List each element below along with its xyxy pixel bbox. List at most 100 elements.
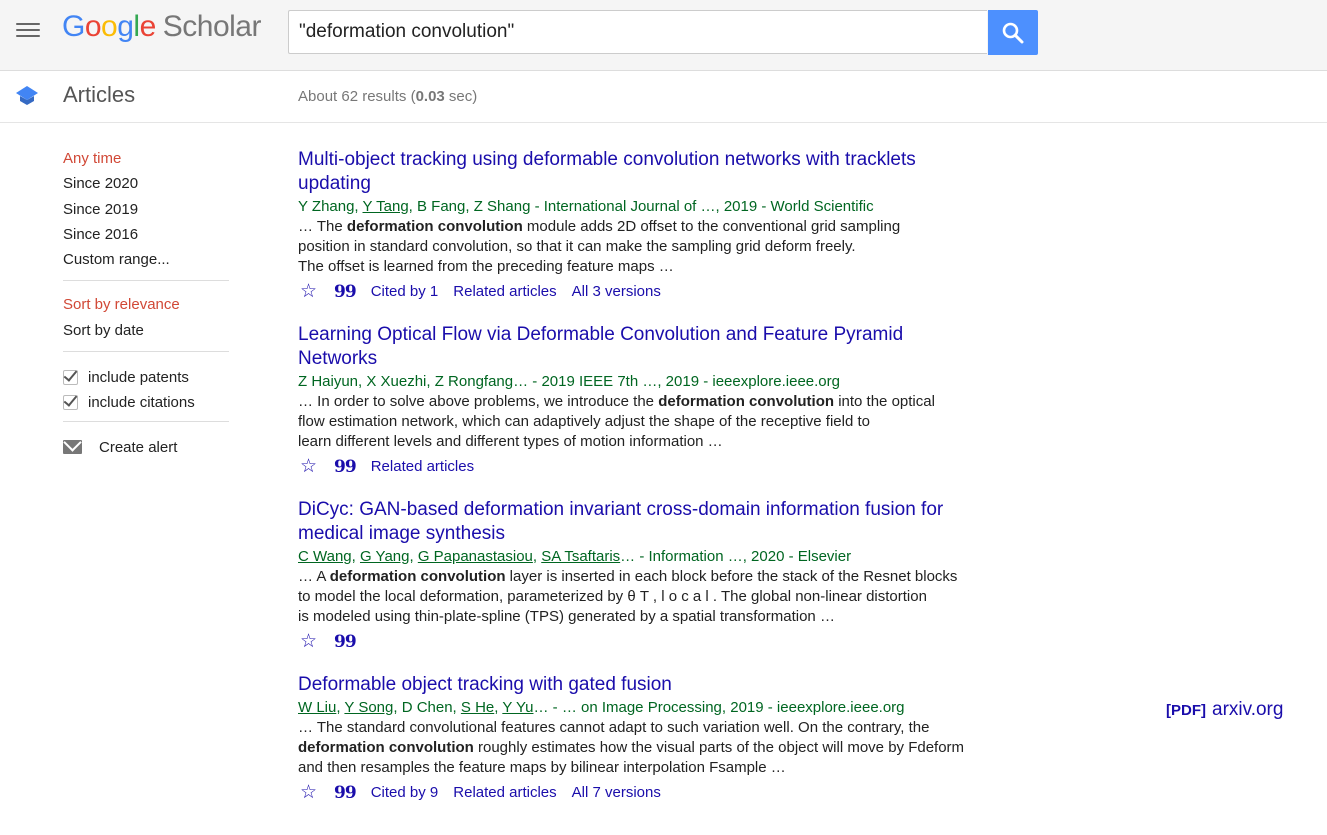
sort-by-date[interactable]: Sort by date	[63, 320, 229, 345]
cited-by-link[interactable]: Cited by 1	[371, 281, 439, 303]
result-item: DiCyc: GAN-based deformation invariant c…	[298, 498, 1028, 653]
all-versions-link[interactable]: All 3 versions	[572, 281, 661, 303]
result-item: Learning Optical Flow via Deformable Con…	[298, 323, 1028, 478]
author-link[interactable]: Y Tang	[363, 198, 409, 215]
result-item: Deformable object tracking with gated fu…	[298, 673, 1028, 804]
author-link[interactable]: G Yang	[360, 548, 409, 565]
sidebar: Any time Since 2020 Since 2019 Since 201…	[63, 148, 229, 459]
search-button[interactable]	[988, 10, 1038, 55]
meta-text: … - … on Image Processing, 2019 - ieeexp…	[533, 699, 905, 716]
create-alert-label: Create alert	[99, 438, 178, 456]
page-title: Articles	[63, 82, 136, 107]
meta-text: , B Fang, Z Shang - International Journa…	[408, 198, 874, 215]
highlighted-term: deformation convolution	[329, 568, 506, 585]
all-versions-link[interactable]: All 7 versions	[572, 782, 661, 804]
cited-by-link[interactable]: Cited by 9	[371, 782, 439, 804]
author-link[interactable]: S He	[461, 699, 494, 716]
cite-quote-icon[interactable]: 99	[334, 782, 357, 804]
meta-text: Z Haiyun, X Xuezhi, Z Rongfang… - 2019 I…	[298, 373, 840, 390]
meta-text: ,	[532, 548, 542, 565]
result-actions: ☆ 99 Cited by 9 Related articles All 7 versi…	[298, 782, 1028, 804]
filter-since-2016[interactable]: Since 2016	[63, 224, 229, 249]
filter-any-time[interactable]: Any time	[63, 148, 229, 173]
results-count: About 62 results (0.03 sec)	[298, 88, 478, 105]
snippet-text: … The	[298, 218, 347, 235]
author-link[interactable]: G Papanastasiou	[418, 548, 533, 565]
checkbox-checked-icon	[63, 370, 78, 386]
author-link[interactable]: W Liu	[298, 699, 336, 716]
result-authors-source: W Liu, Y Song, D Chen, S He, Y Yu… - … o…	[298, 697, 1028, 718]
result-actions: ☆ 99	[298, 631, 1028, 653]
checkbox-label: include patents	[88, 368, 189, 386]
create-alert-button[interactable]: Create alert	[63, 435, 229, 459]
meta-text: ,	[351, 548, 360, 565]
scholar-cap-icon	[16, 86, 38, 105]
sort-by-relevance[interactable]: Sort by relevance	[63, 294, 229, 319]
author-link[interactable]: SA Tsaftaris	[541, 548, 620, 565]
result-actions: ☆ 99 Cited by 1 Related articles All 3 versi…	[298, 281, 1028, 303]
highlighted-term: deformation convolution	[346, 218, 523, 235]
result-title-link[interactable]: Multi-object tracking using deformable c…	[298, 148, 1028, 196]
cite-quote-icon[interactable]: 99	[334, 631, 357, 653]
result-title-link[interactable]: DiCyc: GAN-based deformation invariant c…	[298, 498, 1028, 546]
envelope-icon	[63, 440, 82, 455]
include-patents-checkbox[interactable]: include patents	[63, 365, 229, 390]
meta-text: , D Chen,	[393, 699, 461, 716]
meta-text: Y Zhang,	[298, 198, 363, 215]
divider	[63, 421, 229, 423]
result-title-line: updating	[298, 173, 371, 194]
related-articles-link[interactable]: Related articles	[371, 456, 474, 478]
result-authors-source: C Wang, G Yang, G Papanastasiou, SA Tsaf…	[298, 546, 1028, 567]
save-star-icon[interactable]: ☆	[300, 282, 317, 301]
related-articles-link[interactable]: Related articles	[453, 281, 556, 303]
result-authors-source: Z Haiyun, X Xuezhi, Z Rongfang… - 2019 I…	[298, 371, 1028, 392]
result-actions: ☆ 99 Related articles	[298, 456, 1028, 478]
filter-since-2020[interactable]: Since 2020	[63, 173, 229, 198]
filter-custom-range[interactable]: Custom range...	[63, 249, 229, 274]
author-link[interactable]: Y Yu	[502, 699, 533, 716]
result-authors-source: Y Zhang, Y Tang, B Fang, Z Shang - Inter…	[298, 196, 1028, 217]
snippet-text: … In order to solve above problems, we i…	[298, 393, 659, 410]
result-title-line: Learning Optical Flow via Deformable Con…	[298, 324, 904, 345]
search-icon	[1002, 22, 1024, 44]
result-snippet: … The deformation convolution module add…	[298, 217, 1028, 277]
cite-quote-icon[interactable]: 99	[334, 456, 357, 478]
pdf-link[interactable]: [PDF] arxiv.org	[1166, 699, 1283, 721]
search-input[interactable]	[289, 11, 987, 53]
results-list: Multi-object tracking using deformable c…	[298, 148, 1028, 824]
related-articles-link[interactable]: Related articles	[453, 782, 556, 804]
result-item: Multi-object tracking using deformable c…	[298, 148, 1028, 303]
checkbox-checked-icon	[63, 395, 78, 411]
result-title-line: DiCyc: GAN-based deformation invariant c…	[298, 499, 944, 520]
result-title-line: Multi-object tracking using deformable c…	[298, 149, 916, 170]
include-citations-checkbox[interactable]: include citations	[63, 390, 229, 415]
google-scholar-logo[interactable]: Google Scholar	[62, 10, 261, 44]
divider	[63, 280, 229, 282]
save-star-icon[interactable]: ☆	[300, 457, 317, 476]
snippet-text: … The standard convolutional features ca…	[298, 719, 930, 736]
snippet-text: … A	[298, 568, 330, 585]
save-star-icon[interactable]: ☆	[300, 632, 317, 651]
search-box	[288, 10, 987, 54]
menu-icon[interactable]	[14, 19, 42, 41]
meta-text: … - Information …, 2020 - Elsevier	[620, 548, 852, 565]
author-link[interactable]: Y Song	[344, 699, 393, 716]
cite-quote-icon[interactable]: 99	[334, 281, 357, 303]
meta-text: ,	[409, 548, 418, 565]
result-title-line: medical image synthesis	[298, 523, 505, 544]
result-title-line: Networks	[298, 348, 378, 369]
checkbox-label: include citations	[88, 393, 195, 411]
result-title-link[interactable]: Deformable object tracking with gated fu…	[298, 673, 1028, 697]
result-title-link[interactable]: Learning Optical Flow via Deformable Con…	[298, 323, 1028, 371]
subheader: Articles About 62 results (0.03 sec)	[0, 71, 1327, 123]
author-link[interactable]: C Wang	[298, 548, 352, 565]
highlighted-term: deformation convolution	[658, 393, 835, 410]
save-star-icon[interactable]: ☆	[300, 783, 317, 802]
result-title-line: Deformable object tracking with gated fu…	[298, 674, 672, 695]
result-snippet: … A deformation convolution layer is ins…	[298, 567, 1028, 627]
divider	[63, 351, 229, 353]
top-header: Google Scholar	[0, 0, 1327, 71]
result-snippet: … In order to solve above problems, we i…	[298, 392, 1028, 452]
result-snippet: … The standard convolutional features ca…	[298, 718, 1028, 778]
filter-since-2019[interactable]: Since 2019	[63, 199, 229, 224]
